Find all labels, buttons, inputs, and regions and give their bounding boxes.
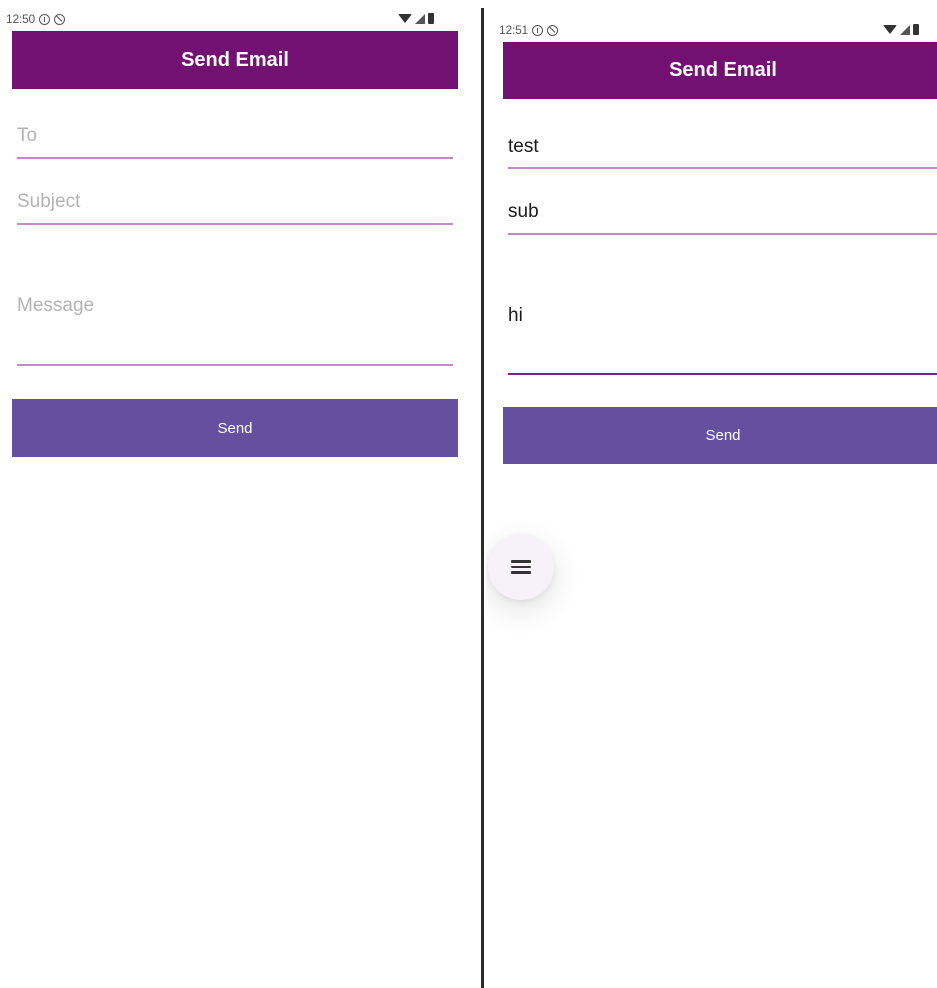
signal-icon	[415, 13, 425, 24]
message-field[interactable]: hi	[508, 305, 937, 375]
status-bar: 12:51	[499, 20, 937, 40]
app-bar-title: Send Email	[181, 48, 289, 71]
left-phone-screen: 12:50 Send Email To Subject Message Send	[0, 0, 480, 988]
to-field[interactable]: To	[17, 125, 453, 159]
to-placeholder: To	[17, 125, 38, 146]
app-bar: Send Email	[12, 31, 458, 89]
subject-field[interactable]: sub	[508, 201, 937, 235]
wifi-icon	[883, 25, 897, 34]
to-value: test	[508, 136, 539, 157]
message-field[interactable]: Message	[17, 295, 453, 366]
send-button[interactable]: Send	[12, 399, 458, 457]
send-button-label: Send	[217, 419, 253, 437]
wifi-icon	[398, 14, 412, 23]
send-button[interactable]: Send	[503, 407, 937, 464]
do-not-disturb-icon	[54, 13, 66, 25]
status-time: 12:50	[6, 12, 36, 26]
menu-icon-bar	[511, 571, 531, 574]
status-bar: 12:50	[6, 9, 456, 29]
subject-field[interactable]: Subject	[17, 191, 453, 225]
info-icon	[39, 13, 51, 25]
do-not-disturb-icon	[547, 24, 559, 36]
to-field[interactable]: test	[508, 136, 937, 169]
battery-icon	[428, 13, 434, 24]
battery-icon	[913, 24, 919, 35]
right-phone-screen: 12:51 Send Email test sub hi Send	[486, 0, 937, 988]
send-button-label: Send	[705, 427, 741, 444]
screen-divider	[481, 8, 484, 988]
subject-placeholder: Subject	[17, 191, 81, 212]
message-placeholder: Message	[17, 295, 95, 316]
signal-icon	[900, 24, 910, 35]
app-bar-title: Send Email	[669, 59, 777, 81]
menu-icon	[511, 560, 531, 563]
app-bar: Send Email	[503, 42, 937, 99]
menu-icon-bar	[511, 565, 531, 569]
message-value: hi	[508, 305, 523, 326]
subject-value: sub	[508, 201, 539, 222]
status-time: 12:51	[499, 23, 529, 37]
info-icon	[532, 24, 544, 36]
menu-fab[interactable]	[488, 534, 554, 600]
